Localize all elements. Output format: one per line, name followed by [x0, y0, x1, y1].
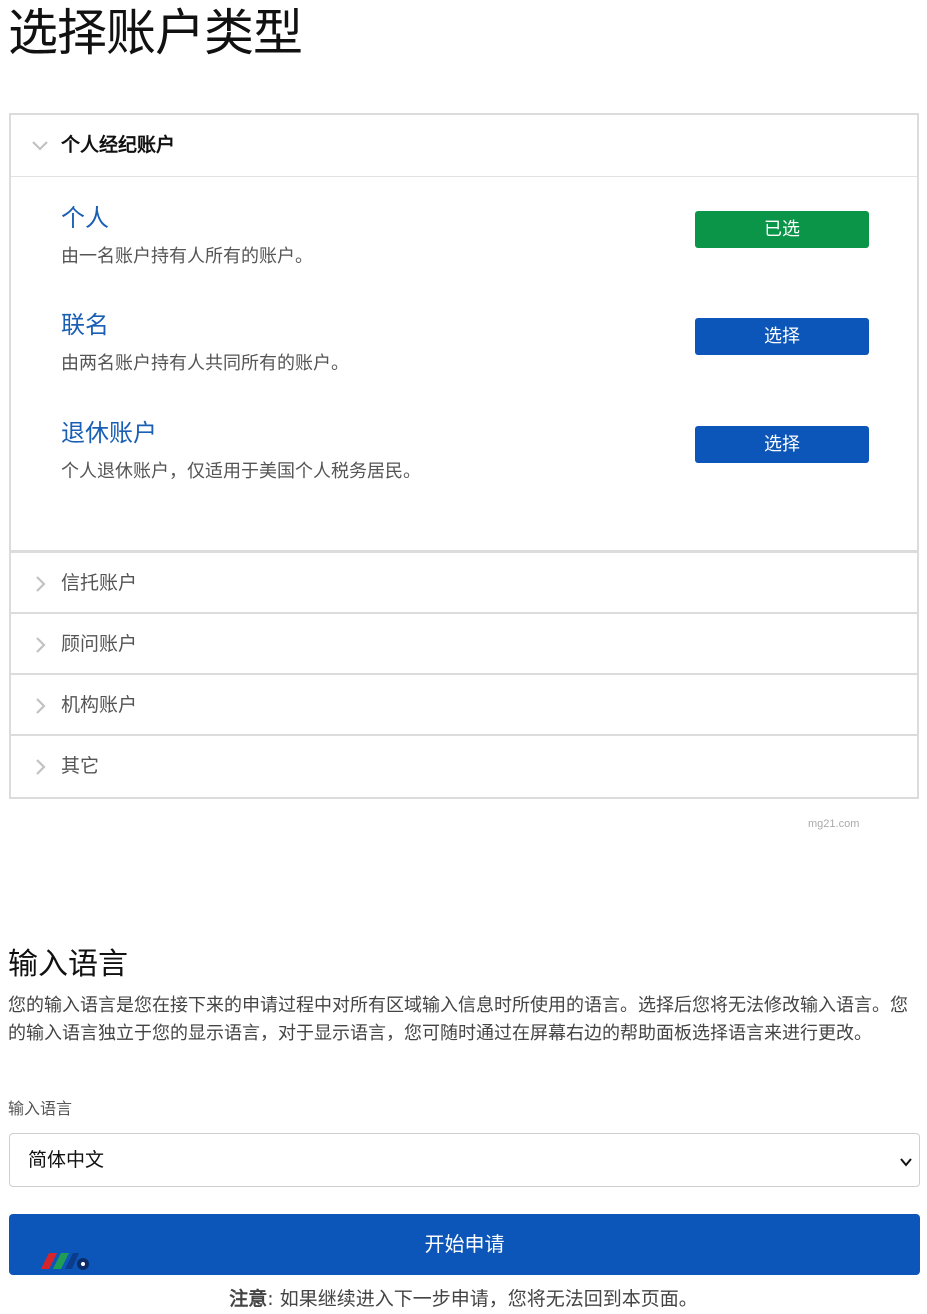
select-button[interactable]: 选择 [695, 318, 869, 355]
accordion-header-institution[interactable]: 机构账户 [11, 675, 917, 736]
chevron-down-icon [31, 137, 49, 155]
accordion-header-trust[interactable]: 信托账户 [11, 553, 917, 614]
accordion-title: 顾问账户 [61, 633, 138, 655]
input-language-heading: 输入语言 [8, 947, 128, 982]
chevron-right-icon [31, 636, 49, 654]
account-name: 退休账户 [61, 419, 157, 447]
account-name: 个人 [61, 204, 109, 232]
accordion-header-individual-brokerage[interactable]: 个人经纪账户 [11, 115, 917, 177]
account-description: 由两名账户持有人共同所有的账户。 [61, 353, 349, 374]
input-language-description: 您的输入语言是您在接下来的申请过程中对所有区域输入信息时所使用的语言。选择后您将… [8, 995, 908, 1044]
watermark: mg21.com [808, 818, 860, 830]
chevron-down-icon [899, 1154, 913, 1168]
select-button[interactable]: 选择 [695, 426, 869, 463]
accordion-header-other[interactable]: 其它 [11, 736, 917, 797]
account-option-retirement: 退休账户 个人退休账户，仅适用于美国个人税务居民。 选择 [61, 416, 871, 506]
account-name: 联名 [61, 311, 109, 339]
select-value: 简体中文 [28, 1149, 105, 1171]
brand-logo-icon [39, 1234, 101, 1270]
accordion-title: 信托账户 [61, 572, 138, 594]
account-type-accordion: 个人经纪账户 个人 由一名账户持有人所有的账户。 已选 联名 由两名账户持有人共… [9, 113, 919, 799]
input-language-select[interactable]: 简体中文 [9, 1133, 920, 1187]
notice-text: : 如果继续进入下一步申请，您将无法回到本页面。 [267, 1288, 698, 1310]
start-application-label: 开始申请 [424, 1232, 505, 1256]
account-description: 个人退休账户，仅适用于美国个人税务居民。 [61, 461, 421, 482]
account-option-individual: 个人 由一名账户持有人所有的账户。 已选 [61, 201, 871, 291]
chevron-right-icon [31, 575, 49, 593]
accordion-title: 个人经纪账户 [61, 134, 176, 156]
start-application-button[interactable]: 开始申请 [9, 1214, 920, 1275]
account-description: 由一名账户持有人所有的账户。 [61, 246, 313, 267]
page-title: 选择账户类型 [8, 4, 303, 62]
chevron-right-icon [31, 758, 49, 776]
input-language-label: 输入语言 [8, 1099, 73, 1118]
chevron-right-icon [31, 697, 49, 715]
notice-label: 注意 [229, 1288, 268, 1310]
accordion-title: 其它 [61, 755, 100, 777]
accordion-body-individual-brokerage: 个人 由一名账户持有人所有的账户。 已选 联名 由两名账户持有人共同所有的账户。… [11, 177, 917, 553]
selected-button[interactable]: 已选 [695, 211, 869, 248]
account-option-joint: 联名 由两名账户持有人共同所有的账户。 选择 [61, 308, 871, 398]
accordion-header-advisor[interactable]: 顾问账户 [11, 614, 917, 675]
notice: 注意: 如果继续进入下一步申请，您将无法回到本页面。 [0, 1284, 927, 1314]
accordion-title: 机构账户 [61, 694, 138, 716]
